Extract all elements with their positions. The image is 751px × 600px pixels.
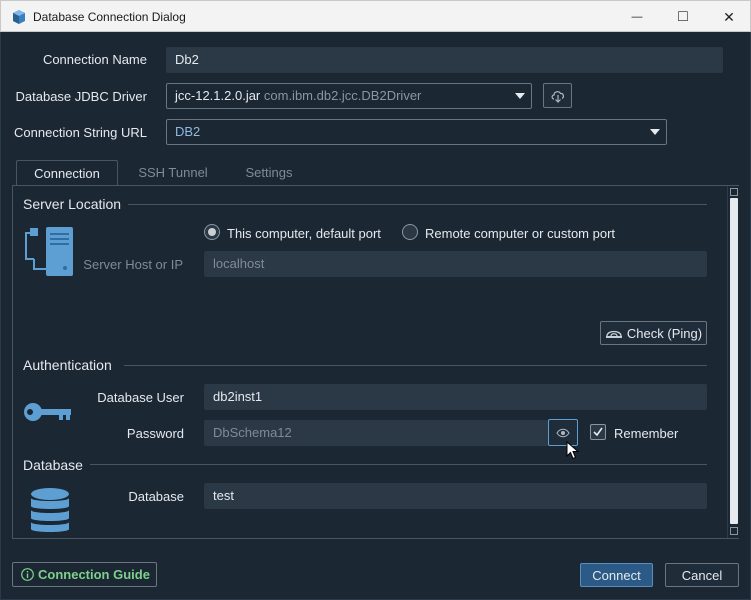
password-label: Password [126,426,184,441]
scroll-thumb[interactable] [730,198,738,524]
server-icon [25,227,73,276]
maximize-icon: □ [678,8,688,25]
password-input[interactable]: DbSchema12 [204,420,549,446]
divider [128,204,707,205]
driver-label: Database JDBC Driver [15,89,148,104]
db-user-input[interactable]: db2inst1 [204,384,707,410]
radio-remote-port[interactable] [402,224,418,240]
chevron-down-icon [650,129,660,135]
db-user-label: Database User [97,390,184,405]
url-value: DB2 [175,124,201,139]
mouse-cursor-icon [566,441,580,460]
database-label: Database [128,489,184,504]
database-icon [31,488,69,532]
ping-icon [605,330,622,338]
remember-label[interactable]: Remember [614,426,678,441]
close-icon: ✕ [723,8,735,25]
cloud-download-icon [551,90,564,103]
url-select[interactable]: DB2 [166,119,667,145]
check-ping-label: Check (Ping) [626,325,703,341]
database-title: Database [23,457,83,473]
server-location-title: Server Location [23,196,122,212]
info-icon [21,568,34,581]
scroll-down-arrow[interactable] [730,527,738,535]
connection-name-label: Connection Name [42,52,147,67]
radio-default-port-label[interactable]: This computer, default port [227,226,381,241]
connection-guide-label: Connection Guide [38,567,150,582]
checkmark-icon [593,427,603,437]
connect-button[interactable]: Connect [580,563,653,587]
tab-settings[interactable]: Settings [228,160,310,186]
scroll-up-arrow[interactable] [730,188,738,196]
database-input[interactable]: test [204,483,707,509]
radio-remote-port-label[interactable]: Remote computer or custom port [425,226,615,241]
tab-ssh-tunnel[interactable]: SSH Tunnel [124,160,222,186]
radio-default-port[interactable] [204,224,220,240]
divider [124,365,707,366]
driver-class: com.ibm.db2.jcc.DB2Driver [263,88,422,103]
scrollbar[interactable] [727,186,739,538]
driver-select[interactable]: jcc-12.1.2.0.jar com.ibm.db2.jcc.DB2Driv… [166,83,532,109]
authentication-title: Authentication [23,357,112,373]
remember-checkbox[interactable] [590,424,606,440]
connection-name-input[interactable]: Db2 [166,47,723,73]
driver-jar: jcc-12.1.2.0.jar [175,88,261,103]
check-ping-button[interactable]: Check (Ping) [600,321,707,345]
minimize-button[interactable]: — [614,1,660,33]
url-label: Connection String URL [14,125,147,140]
connection-guide-button[interactable]: Connection Guide [12,562,157,587]
tab-connection[interactable]: Connection [16,160,118,186]
window-title: Database Connection Dialog [33,10,186,24]
app-icon [13,10,25,24]
key-icon [24,403,71,421]
host-label: Server Host or IP [83,257,183,272]
minimize-icon: — [631,11,643,23]
maximize-button[interactable]: □ [660,1,706,33]
divider [90,464,707,465]
cancel-button[interactable]: Cancel [665,563,739,587]
title-bar: Database Connection Dialog — □ ✕ [0,0,751,32]
close-button[interactable]: ✕ [706,1,751,33]
host-input[interactable]: localhost [204,251,707,277]
eye-icon [556,428,570,437]
chevron-down-icon [515,93,525,99]
download-driver-button[interactable] [543,83,572,108]
